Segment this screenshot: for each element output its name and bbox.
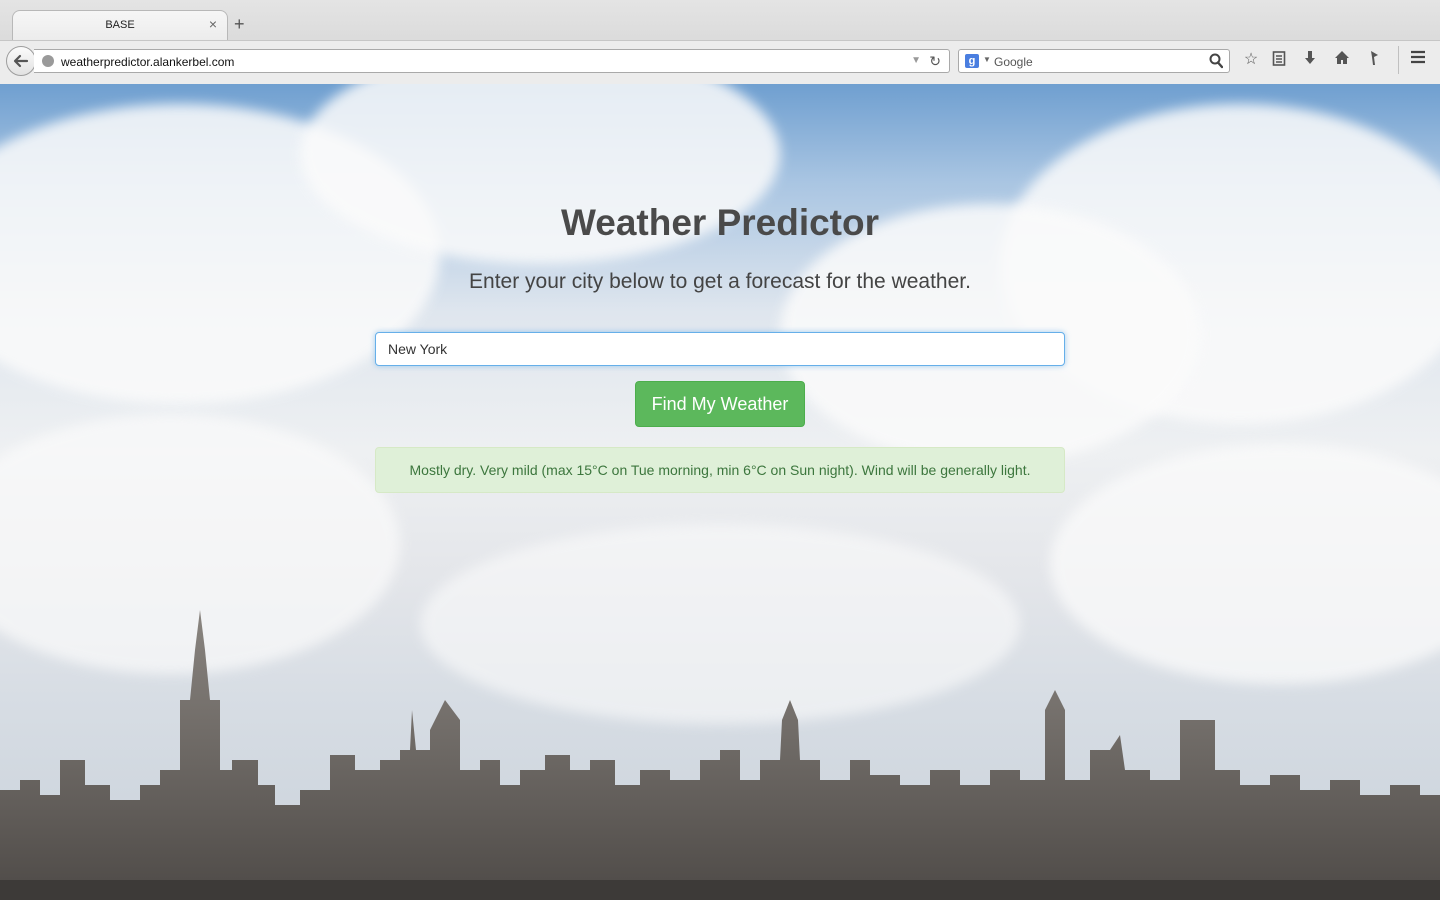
tab-strip: BASE × +: [0, 0, 1440, 41]
search-placeholder: Google: [994, 55, 1033, 69]
back-button[interactable]: [6, 46, 36, 76]
tab-title: BASE: [105, 19, 135, 31]
search-engine-dropdown-icon[interactable]: ▼: [983, 55, 991, 64]
search-bar[interactable]: g ▼ Google: [958, 49, 1230, 73]
city-input[interactable]: [375, 332, 1065, 366]
new-tab-button[interactable]: +: [234, 14, 245, 35]
google-icon[interactable]: g: [965, 54, 979, 68]
back-arrow-icon: [13, 54, 29, 68]
url-text: weatherpredictor.alankerbel.com: [61, 55, 235, 69]
page-background: Weather Predictor Enter your city below …: [0, 84, 1440, 900]
search-icon: [1209, 53, 1223, 69]
reload-icon[interactable]: ↻: [929, 53, 941, 70]
toolbar-separator: [1398, 46, 1399, 74]
page-title: Weather Predictor: [560, 202, 880, 243]
city-skyline: [0, 610, 1440, 900]
clipboard-icon[interactable]: [1269, 50, 1289, 70]
star-icon[interactable]: ☆: [1241, 50, 1261, 70]
page-subtitle: Enter your city below to get a forecast …: [469, 270, 971, 293]
navigation-bar: weatherpredictor.alankerbel.com ▼ ↻ g ▼ …: [0, 40, 1440, 85]
tab-close-icon[interactable]: ×: [209, 16, 217, 32]
url-dropdown-icon[interactable]: ▼: [911, 55, 921, 66]
browser-chrome: BASE × + weatherpredictor.alankerbel.com…: [0, 0, 1440, 85]
tag-icon[interactable]: [1364, 50, 1384, 70]
home-icon[interactable]: [1332, 50, 1352, 70]
download-arrow-icon[interactable]: [1300, 50, 1320, 70]
find-weather-button[interactable]: Find My Weather: [635, 381, 805, 427]
browser-tab[interactable]: BASE ×: [12, 10, 228, 41]
hamburger-menu-icon[interactable]: [1408, 50, 1428, 70]
forecast-alert: Mostly dry. Very mild (max 15°C on Tue m…: [375, 447, 1065, 493]
globe-icon: [42, 55, 54, 67]
url-bar[interactable]: weatherpredictor.alankerbel.com ▼ ↻: [34, 49, 950, 73]
